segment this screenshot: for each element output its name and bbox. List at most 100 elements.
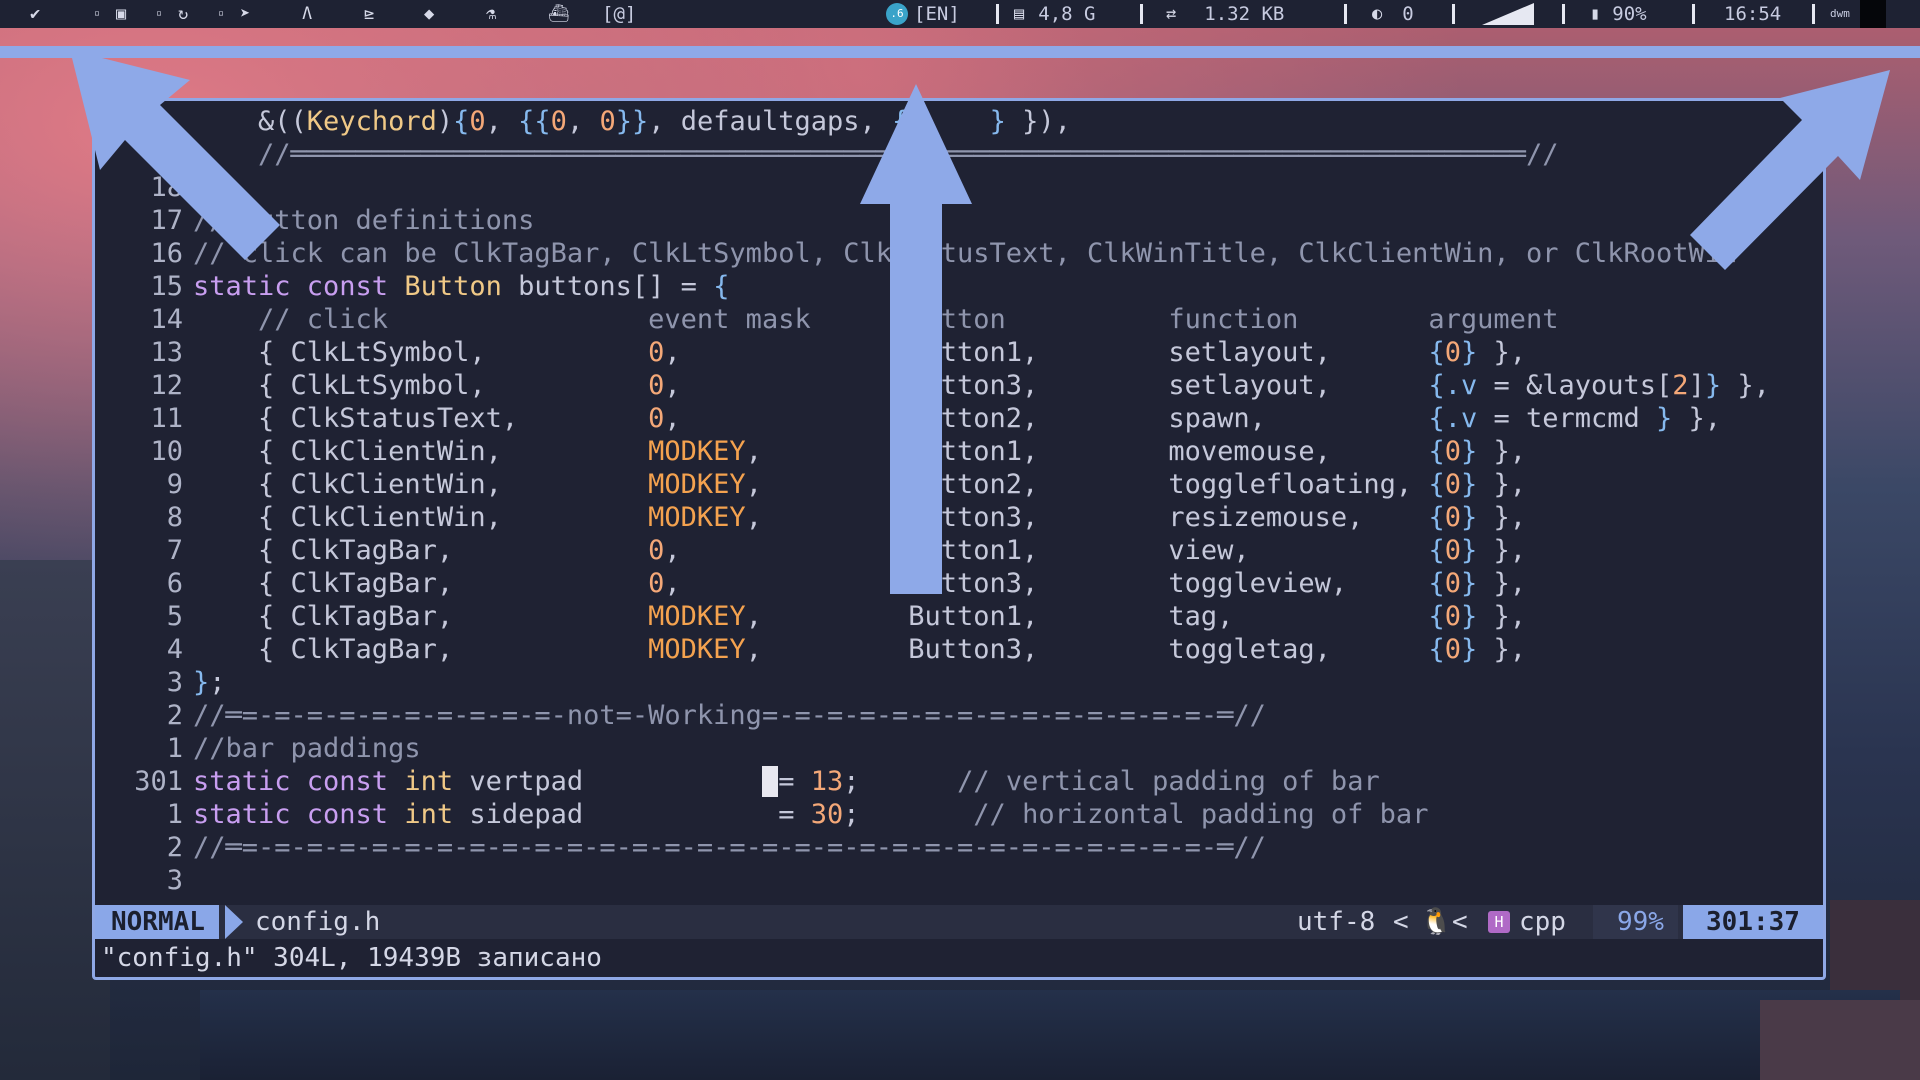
code-token: MODKEY <box>648 601 746 632</box>
code-token: // horizontal padding of bar <box>973 799 1429 830</box>
signal-icon <box>1482 0 1534 28</box>
layout-indicator[interactable]: dwm <box>1830 0 1850 28</box>
text-cursor <box>761 766 779 797</box>
linux-icon: 🐧 <box>1420 907 1453 937</box>
code-line[interactable]: 5 { ClkTagBar, MODKEY, Button1, tag, {0}… <box>95 600 1526 633</box>
code-token: MODKEY <box>648 634 746 665</box>
code-token: Button <box>404 271 502 302</box>
font-icon[interactable]: Ʌ <box>302 0 312 28</box>
line-number: 2 <box>166 832 183 863</box>
code-token: }, <box>1477 634 1527 665</box>
refresh-icon[interactable]: ↻ <box>178 0 188 28</box>
code-line[interactable]: 8 { ClkClientWin, MODKEY, Button3, resiz… <box>95 501 1526 534</box>
file-encoding: utf-8 <box>1297 907 1376 937</box>
code-token: { <box>1428 535 1445 566</box>
code-token: } <box>193 667 210 698</box>
code-token: 0 <box>1444 337 1461 368</box>
line-number: 301 <box>134 766 183 797</box>
code-token: 13 <box>810 766 844 797</box>
code-token: , Button3, toggletag, <box>745 634 1429 665</box>
language-indicator[interactable]: .6 [EN] <box>886 0 960 28</box>
code-token: //═=-=-=-=-=-=-=-=-=-=-=-=-=-=-=-=-=-=-=… <box>193 832 1266 863</box>
code-token: }, <box>1477 535 1527 566</box>
code-line[interactable]: 13 { ClkLtSymbol, 0, Button1, setlayout,… <box>95 336 1526 369</box>
separator <box>1812 4 1815 24</box>
flask-icon[interactable]: ⚗ <box>486 0 496 28</box>
code-token: buttons[] = <box>501 271 714 302</box>
mode-separator <box>225 905 243 939</box>
code-line[interactable]: 15 static const Button buttons[] = { <box>95 270 729 303</box>
code-token: 0 <box>648 568 665 599</box>
code-token: }} <box>615 106 649 137</box>
line-number: 7 <box>166 535 183 566</box>
line-number: 14 <box>150 304 183 335</box>
code-line[interactable]: 1 static const int sidepad = 30; // horiz… <box>95 798 1429 831</box>
code-token: }, <box>1477 469 1527 500</box>
code-token: ) <box>436 106 454 137</box>
code-line[interactable]: 4 { ClkTagBar, MODKEY, Button3, toggleta… <box>95 633 1526 666</box>
separator-left: < <box>1393 907 1409 937</box>
check-icon[interactable]: ✔ <box>30 0 40 28</box>
scroll-percent: 99% <box>1593 905 1678 939</box>
diamond-icon[interactable]: ◆ <box>424 0 434 28</box>
code-token: { <box>1428 502 1445 533</box>
code-line[interactable]: 301 static const int vertpad = 13; // ver… <box>95 765 1380 798</box>
code-line[interactable]: 3 <box>95 864 193 897</box>
code-token: vertpad <box>453 766 762 797</box>
code-token: }, <box>1477 601 1527 632</box>
code-token: , Button3, toggleview, <box>664 568 1429 599</box>
code-line[interactable]: 6 { ClkTagBar, 0, Button3, toggleview, {… <box>95 567 1526 600</box>
line-number: 3 <box>166 865 183 896</box>
code-token: 0 <box>1444 436 1461 467</box>
line-number: 8 <box>166 502 183 533</box>
separator <box>1140 4 1143 24</box>
code-token: } <box>1460 634 1478 665</box>
code-token: { ClkClientWin, <box>193 436 649 467</box>
code-token: 0 <box>469 106 486 137</box>
separator <box>1452 4 1455 24</box>
code-token: 0 <box>1444 535 1461 566</box>
code-token: 0 <box>648 370 665 401</box>
battery-icon: ▮ <box>1590 4 1601 24</box>
ram-indicator: ▤ 4,8 G <box>1014 0 1095 28</box>
code-line[interactable]: 14 // click event mask button function a… <box>95 303 1558 336</box>
code-token: ; <box>843 799 974 830</box>
code-line[interactable]: 10 { ClkClientWin, MODKEY, Button1, move… <box>95 435 1526 468</box>
code-token: static const <box>193 799 405 830</box>
code-token: } <box>1460 568 1478 599</box>
header-file-icon: H <box>1488 911 1510 933</box>
memory-icon: ▤ <box>1014 4 1025 24</box>
code-line[interactable]: 1 //bar paddings <box>95 732 421 765</box>
code-token: ; <box>209 667 226 698</box>
code-line[interactable]: 9 { ClkClientWin, MODKEY, Button2, toggl… <box>95 468 1526 501</box>
code-token: } <box>1460 436 1478 467</box>
docker-icon[interactable]: ⛴ <box>548 0 570 28</box>
code-token: } <box>1460 601 1478 632</box>
code-line[interactable]: 3}; <box>95 666 226 699</box>
line-number: 13 <box>150 337 183 368</box>
code-line[interactable]: 2 //═=-=-=-=-=-=-=-=-=-=-not=-Working=-=-… <box>95 699 1266 732</box>
code-line[interactable]: 1 //════════════════════════════════════… <box>95 138 1559 171</box>
chart-icon[interactable]: ⊵ <box>364 0 374 28</box>
separator <box>1692 4 1695 24</box>
code-token: MODKEY <box>648 502 746 533</box>
code-line[interactable]: 2 //═=-=-=-=-=-=-=-=-=-=-=-=-=-=-=-=-=-=-… <box>95 831 1266 864</box>
code-token: { <box>1428 337 1445 368</box>
line-number: 1 <box>166 733 183 764</box>
code-token: 0 <box>648 337 665 368</box>
code-token: 0 <box>648 535 665 566</box>
code-line[interactable]: 7 { ClkTagBar, 0, Button1, view, {0} }, <box>95 534 1526 567</box>
telegram-icon[interactable]: ➤ <box>240 0 250 28</box>
code-token: } <box>1460 502 1478 533</box>
code-token: } <box>989 106 1006 137</box>
dot-icon: ▫ <box>218 8 225 19</box>
workspace-layout-label[interactable]: [@] <box>602 0 636 28</box>
line-number: 10 <box>150 436 183 467</box>
separator <box>1344 4 1347 24</box>
mode-indicator: NORMAL <box>95 905 219 939</box>
code-token: 2 <box>1672 370 1689 401</box>
code-token: 0 <box>1444 502 1461 533</box>
clock: 16:54 <box>1724 3 1782 25</box>
code-token: }), <box>1005 106 1071 137</box>
terminal-icon[interactable]: ▣ <box>116 0 126 28</box>
